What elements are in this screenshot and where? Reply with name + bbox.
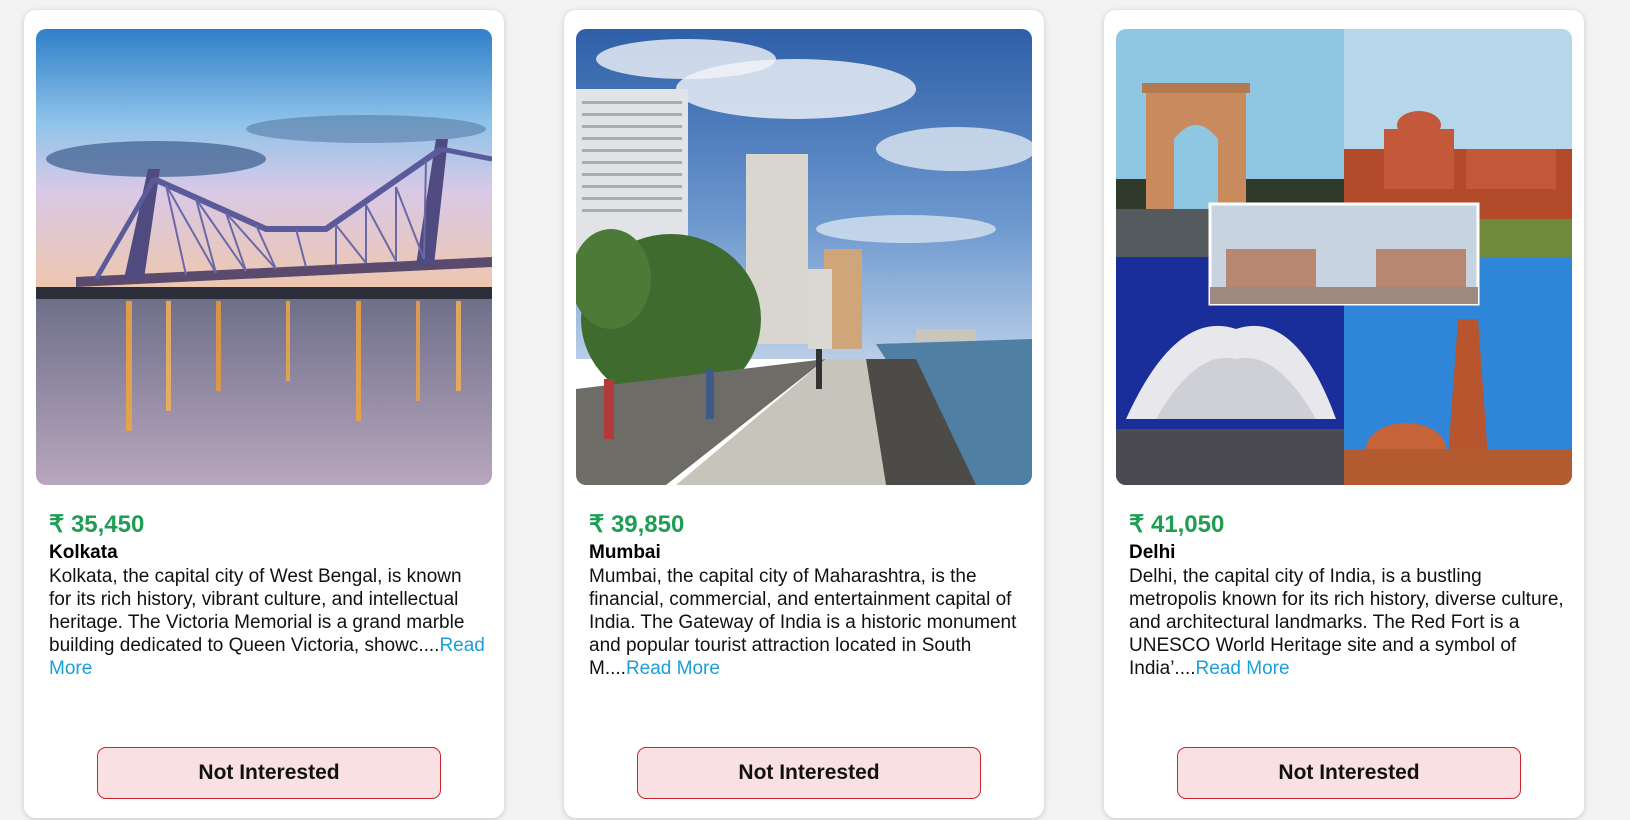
description: Delhi, the capital city of India, is a b… bbox=[1129, 565, 1569, 680]
read-more-link[interactable]: Read More bbox=[1196, 658, 1290, 679]
marine-drive-photo[interactable] bbox=[576, 29, 1032, 485]
not-interested-button[interactable]: Not Interested bbox=[637, 747, 981, 799]
description: Kolkata, the capital city of West Bengal… bbox=[49, 565, 489, 680]
destination-card-delhi: ₹ 41,050 Delhi Delhi, the capital city o… bbox=[1104, 10, 1584, 818]
read-more-link[interactable]: Read More bbox=[626, 658, 720, 679]
description: Mumbai, the capital city of Maharashtra,… bbox=[589, 565, 1029, 680]
price: ₹ 35,450 bbox=[49, 511, 145, 538]
delhi-collage-photo[interactable] bbox=[1116, 29, 1572, 485]
not-interested-button[interactable]: Not Interested bbox=[97, 747, 441, 799]
not-interested-button[interactable]: Not Interested bbox=[1177, 747, 1521, 799]
howrah-bridge-photo[interactable] bbox=[36, 29, 492, 485]
destination-card-mumbai: ₹ 39,850 Mumbai Mumbai, the capital city… bbox=[564, 10, 1044, 818]
destination-card-kolkata: ₹ 35,450 Kolkata Kolkata, the capital ci… bbox=[24, 10, 504, 818]
description-text: Delhi, the capital city of India, is a b… bbox=[1129, 566, 1564, 679]
city-name: Mumbai bbox=[589, 542, 661, 563]
city-name: Delhi bbox=[1129, 542, 1176, 563]
price: ₹ 39,850 bbox=[589, 511, 685, 538]
description-text: Kolkata, the capital city of West Bengal… bbox=[49, 566, 465, 656]
price: ₹ 41,050 bbox=[1129, 511, 1225, 538]
city-name: Kolkata bbox=[49, 542, 118, 563]
